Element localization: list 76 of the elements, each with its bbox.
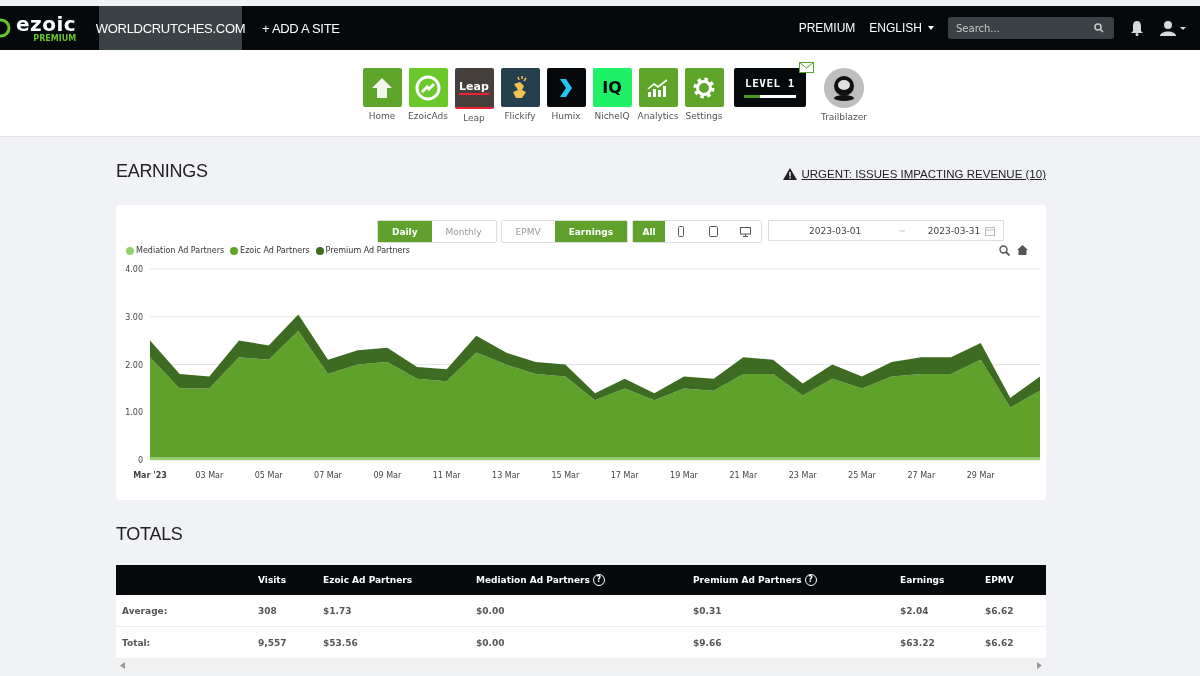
x-axis-label: 23 Mar — [788, 471, 817, 480]
ring-logo-icon — [414, 73, 442, 102]
astronaut-helmet-icon — [824, 68, 864, 108]
bell-icon[interactable] — [1130, 20, 1144, 36]
table-cell-text: $0.00 — [476, 605, 506, 616]
y-axis-label: 2.00 — [125, 360, 143, 370]
table-cell-text: $6.62 — [985, 605, 1015, 616]
user-menu-icon[interactable] — [1160, 20, 1186, 36]
table-cell-text: $1.73 — [323, 605, 353, 616]
table-cell-text: $6.62 — [985, 637, 1015, 648]
row-label: Total: — [121, 637, 152, 648]
x-axis-label: 15 Mar — [551, 471, 580, 480]
y-axis-label: 1.00 — [125, 408, 143, 418]
table-cell-text: 9,557 — [258, 637, 288, 648]
y-axis-label: 3.00 — [125, 312, 143, 322]
urgent-issues-link[interactable]: URGENT: ISSUES IMPACTING REVENUE (10) — [783, 168, 1046, 180]
x-axis-label: 27 Mar — [907, 471, 936, 480]
x-axis-label: 25 Mar — [848, 471, 876, 480]
x-axis-label: 19 Mar — [670, 471, 698, 480]
table-cell-text: 308 — [258, 605, 278, 616]
table-cell-text: $2.04 — [900, 605, 930, 616]
date-range-field[interactable]: 2023-03-01 ~ 2023-03-31 — [768, 220, 1004, 241]
column-header: Ezoic Ad Partners — [323, 575, 413, 585]
hand-logo-icon — [510, 75, 530, 100]
x-axis-label: 11 Mar — [432, 471, 461, 480]
column-header: Premium Ad Partners — [693, 575, 802, 585]
zoom-icon[interactable] — [999, 245, 1010, 256]
x-axis-label: 03 Mar — [195, 471, 224, 480]
leap-logo: Leap — [459, 80, 489, 95]
section-title: EARNINGS — [116, 160, 208, 182]
row-label: Average: — [121, 605, 169, 616]
nav-link[interactable]: ENGLISH — [869, 21, 934, 35]
column-header: Mediation Ad Partners — [476, 575, 590, 585]
x-axis-label: 05 Mar — [254, 471, 283, 480]
y-axis-label: 0 — [137, 456, 143, 465]
section-title: TOTALS — [116, 524, 184, 545]
logo-subtitle: PREMIUM — [33, 33, 77, 43]
legend-item[interactable]: Mediation Ad Partners — [126, 246, 225, 255]
mail-icon[interactable] — [799, 62, 814, 73]
table-cell-text: $63.22 — [900, 637, 936, 648]
table-cell-text: $0.31 — [693, 605, 723, 616]
x-axis-label: 07 Mar — [314, 471, 342, 480]
column-header: EPMV — [985, 575, 1014, 585]
x-axis-label: 17 Mar — [610, 471, 639, 480]
x-axis-label: 09 Mar — [373, 471, 402, 480]
monitor-icon — [739, 226, 751, 237]
search-icon — [1094, 23, 1104, 33]
x-axis-label: Mar '23 — [133, 471, 167, 480]
warning-icon — [783, 168, 798, 180]
home-icon[interactable] — [1017, 245, 1028, 255]
column-header: Visits — [258, 575, 286, 585]
search-field[interactable]: Search... — [948, 17, 1114, 39]
nicheiq-logo: IQ — [602, 78, 622, 97]
level-badge[interactable]: LEVEL 1 — [734, 68, 806, 107]
chevron-logo-icon — [560, 78, 572, 97]
phone-icon — [678, 226, 684, 237]
nav-link[interactable]: PREMIUM — [798, 21, 856, 35]
legend-item[interactable]: Ezoic Ad Partners — [230, 246, 310, 255]
column-header: Earnings — [900, 575, 945, 585]
x-axis-label: 29 Mar — [966, 471, 995, 480]
table-cell-text: $53.56 — [323, 637, 359, 648]
legend-item[interactable]: Premium Ad Partners — [315, 246, 410, 255]
table-cell-text: $9.66 — [693, 637, 723, 648]
x-axis-label: 13 Mar — [492, 471, 520, 480]
table-cell-text: $0.00 — [476, 637, 506, 648]
house-icon — [371, 76, 393, 99]
tablet-icon — [708, 226, 718, 237]
settings-icon — [692, 75, 716, 100]
search-input[interactable]: Search... — [956, 22, 1094, 34]
calendar-icon — [985, 225, 995, 236]
rank-badge[interactable]: Trailblazer — [814, 68, 874, 122]
bar-chart-icon — [646, 77, 670, 98]
x-axis-label: 21 Mar — [729, 471, 758, 480]
y-axis-label: 4.00 — [125, 265, 143, 274]
logo-wordmark[interactable]: ezoic — [16, 13, 77, 34]
logo-ring-icon — [0, 17, 12, 39]
